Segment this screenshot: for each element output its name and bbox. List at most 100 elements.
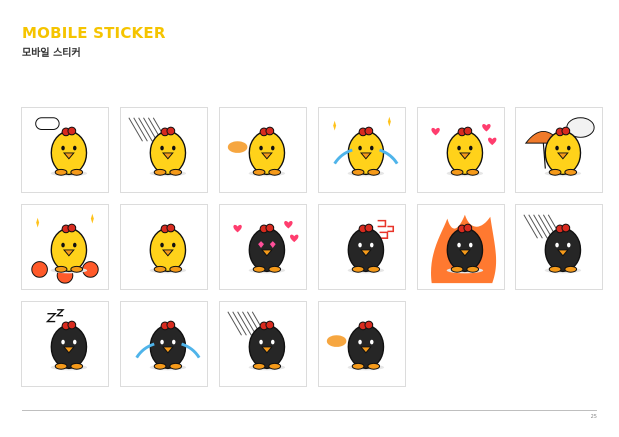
foot [153,362,167,370]
comb [166,223,176,233]
eye [73,242,77,248]
eye [61,339,65,345]
eye [160,242,164,248]
comb [265,223,275,233]
eye [172,145,176,151]
comb [265,126,275,136]
page-subtitle: 모바일 스티커 [22,48,81,59]
foot [54,168,68,176]
sticker-tile [21,107,109,193]
foot [252,168,266,176]
yellow-chick-character [50,126,88,177]
foot [564,168,578,176]
sticker-tile [21,204,109,290]
sparkle-icon [333,120,337,131]
sticker-sick-yellow [149,223,187,274]
yellow-chick-character [149,223,187,274]
heart-icon [233,224,242,233]
foot [268,265,282,273]
foot [564,265,578,273]
foot [54,362,68,370]
foot [351,168,365,176]
eye [370,145,374,151]
eye [370,339,374,345]
eye [61,145,65,151]
foot [70,362,84,370]
heart-icon [431,127,440,136]
sticker-tile [318,204,406,290]
yellow-chick-character [50,223,88,274]
heart-icon [482,124,491,132]
sticker-tile [318,107,406,193]
eye [160,145,164,151]
foot [450,265,464,273]
laugh-mark [377,219,395,239]
foot [548,168,562,176]
black-chick-character [248,320,286,371]
sticker-tile [417,107,505,193]
eye [358,339,362,345]
foot [367,362,381,370]
sticker-lying-on-pillow-yellow [35,117,88,177]
sticker-tile [120,204,208,290]
zzz-icon [45,309,65,323]
foot [450,168,464,176]
heart-icon [488,137,497,146]
comb [364,223,374,233]
eye [469,145,473,151]
foot [268,362,282,370]
foot [466,168,480,176]
comb [463,126,473,136]
foot [466,265,480,273]
heart-icon [284,221,293,229]
eye [567,145,571,151]
sticker-tile [21,301,109,387]
eye [259,145,263,151]
sticker-shocked-black [227,311,286,371]
page-title: MOBILE STICKER [22,24,166,42]
foot [70,265,84,273]
foot [169,168,183,176]
foot [153,265,167,273]
eye [172,242,176,248]
sticker-tile [219,107,307,193]
breath-puff [326,335,347,347]
foot [548,265,562,273]
sticker-tile [515,204,603,290]
comb [67,126,77,136]
eye [567,242,571,248]
page-number: 25 [590,414,597,420]
eye [61,242,65,248]
black-chick-character [347,223,385,274]
foot [252,265,266,273]
sticker-lying-down-black [326,320,385,371]
eye [73,339,77,345]
foot [268,168,282,176]
sticker-tile [219,204,307,290]
sticker-sighing-yellow [227,126,286,177]
sparkle-icon [36,217,40,228]
foot [70,168,84,176]
black-chick-character [248,223,286,274]
comb [67,223,77,233]
speech-bubble [35,117,60,130]
flower-icon [31,261,48,278]
eye [555,242,559,248]
eye [160,339,164,345]
eye [358,242,362,248]
comb [561,126,571,136]
sticker-tile [120,301,208,387]
sticker-crying-yellow [333,116,399,177]
sticker-crying-black [135,320,201,371]
yellow-chick-character [248,126,286,177]
sticker-dashing-black [523,214,582,274]
foot [54,265,68,273]
sticker-shy-love-yellow [431,124,497,177]
sticker-flowers-yellow [31,213,99,284]
sticker-tile [417,204,505,290]
sticker-heart-eyes-black [233,221,299,274]
sticker-angry-black [431,214,497,284]
heart-icon [290,234,299,243]
foot [351,265,365,273]
comb [166,126,176,136]
